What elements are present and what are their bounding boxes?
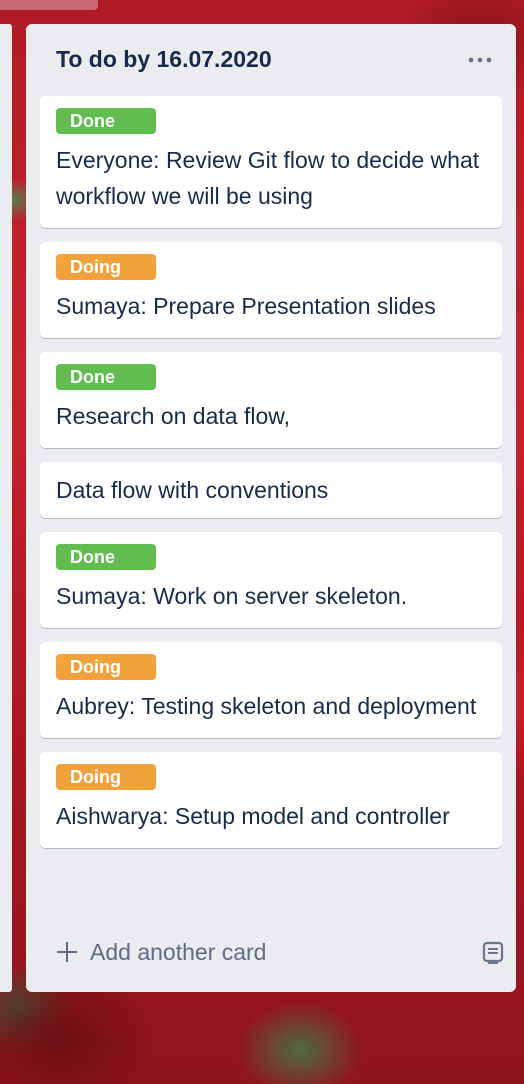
trello-list: To do by 16.07.2020 Done Everyone: Revie… (26, 24, 516, 992)
card-title: Research on data flow, (56, 403, 290, 429)
card[interactable]: Done Research on data flow, (40, 352, 502, 448)
list-footer: Add another card (56, 932, 504, 972)
card[interactable]: Done Everyone: Review Git flow to decide… (40, 96, 502, 228)
card[interactable]: Doing Aubrey: Testing skeleton and deplo… (40, 642, 502, 738)
card[interactable]: Doing Sumaya: Prepare Presentation slide… (40, 242, 502, 338)
card-title: Data flow with conventions (56, 477, 329, 503)
adjacent-list (0, 24, 12, 992)
status-label[interactable]: Doing (56, 654, 156, 680)
card-title: Aubrey: Testing skeleton and deployment (56, 693, 477, 719)
card[interactable]: Doing Aishwarya: Setup model and control… (40, 752, 502, 848)
status-label[interactable]: Done (56, 364, 156, 390)
list-title[interactable]: To do by 16.07.2020 (56, 46, 272, 73)
card-list: Done Everyone: Review Git flow to decide… (40, 96, 502, 862)
status-label[interactable]: Done (56, 108, 156, 134)
more-horizontal-icon[interactable] (466, 46, 494, 74)
card-title: Everyone: Review Git flow to decide what… (56, 147, 480, 209)
card-title: Aishwarya: Setup model and controller (56, 803, 450, 829)
status-label[interactable]: Doing (56, 764, 156, 790)
add-card-button[interactable]: Add another card (56, 932, 266, 972)
list-header[interactable]: To do by 16.07.2020 (26, 24, 516, 96)
card-template-icon[interactable] (480, 940, 506, 966)
adjacent-list-header (0, 0, 98, 10)
status-label[interactable]: Done (56, 544, 156, 570)
plus-icon (56, 941, 78, 963)
status-label[interactable]: Doing (56, 254, 156, 280)
card-title: Sumaya: Work on server skeleton. (56, 583, 408, 609)
card[interactable]: Done Sumaya: Work on server skeleton. (40, 532, 502, 628)
add-card-label: Add another card (90, 938, 267, 965)
card-title: Sumaya: Prepare Presentation slides (56, 293, 436, 319)
card[interactable]: Data flow with conventions (40, 462, 502, 518)
